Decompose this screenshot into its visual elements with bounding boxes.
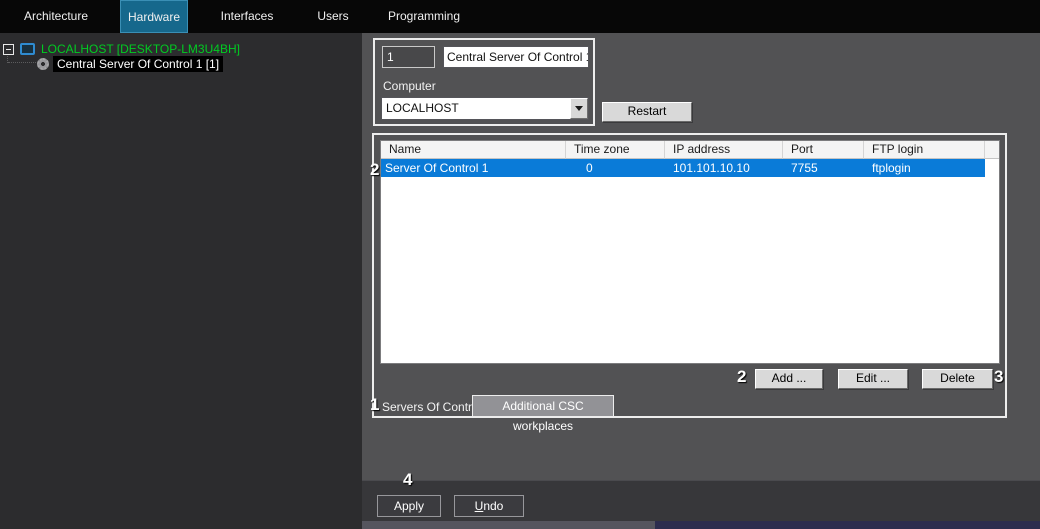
callout-2-row: 2	[370, 160, 379, 180]
servers-list-group: Name Time zone IP address Port FTP login…	[372, 133, 1007, 418]
tab-users[interactable]: Users	[312, 0, 354, 33]
app-window: Architecture Hardware Interfaces Users P…	[0, 0, 1040, 529]
top-menu-bar: Architecture Hardware Interfaces Users P…	[0, 0, 1040, 33]
tree-node-central-server-label[interactable]: Central Server Of Control 1 [1]	[53, 56, 223, 72]
tab-hardware[interactable]: Hardware	[120, 0, 188, 33]
tree-connector-horizontal	[8, 62, 36, 63]
tab-interfaces[interactable]: Interfaces	[215, 0, 279, 33]
tree-node-localhost-label[interactable]: LOCALHOST [DESKTOP-LM3U4BH]	[41, 42, 240, 56]
footer-bar: Apply Undo	[362, 480, 1040, 521]
hardware-content-panel: 1 Central Server Of Control 1 Computer L…	[362, 33, 1040, 480]
undo-button[interactable]: Undo	[454, 495, 524, 517]
tab-servers-of-control[interactable]: Servers Of Control	[382, 400, 481, 414]
cell-ip-address[interactable]: 101.101.10.10	[665, 159, 783, 177]
tab-additional-csc-workplaces[interactable]: Additional CSC workplaces	[472, 395, 614, 417]
callout-3-delete: 3	[994, 367, 1003, 387]
add-button[interactable]: Add ...	[755, 369, 823, 389]
col-time-zone[interactable]: Time zone	[566, 141, 665, 159]
col-port[interactable]: Port	[783, 141, 864, 159]
horizontal-scrollbar[interactable]	[362, 521, 1040, 529]
col-filler	[985, 141, 999, 159]
cell-time-zone[interactable]: 0	[566, 159, 665, 177]
table-row[interactable]: Server Of Control 1 0 101.101.10.10 7755…	[381, 159, 999, 177]
cell-ftp-login[interactable]: ftplogin	[864, 159, 985, 177]
undo-button-label: Undo	[455, 496, 523, 516]
callout-4-apply: 4	[403, 470, 412, 490]
restart-button[interactable]: Restart	[602, 102, 692, 122]
tab-architecture[interactable]: Architecture	[20, 0, 92, 33]
servers-table: Name Time zone IP address Port FTP login…	[380, 140, 1000, 364]
collapse-icon[interactable]	[3, 44, 14, 55]
computer-dropdown-value: LOCALHOST	[386, 98, 459, 119]
table-header-row: Name Time zone IP address Port FTP login	[381, 141, 999, 159]
tree-node-central-server[interactable]: Central Server Of Control 1 [1]	[37, 56, 223, 72]
server-name-input[interactable]: Central Server Of Control 1	[443, 46, 589, 68]
callout-2-add: 2	[737, 367, 746, 387]
hardware-tree-panel: LOCALHOST [DESKTOP-LM3U4BH] Central Serv…	[0, 33, 362, 529]
server-properties-group: 1 Central Server Of Control 1 Computer L…	[373, 38, 595, 126]
chevron-down-icon	[575, 106, 583, 111]
computer-label: Computer	[383, 79, 436, 93]
server-id-field[interactable]: 1	[382, 46, 435, 68]
col-ftp-login[interactable]: FTP login	[864, 141, 985, 159]
col-ip-address[interactable]: IP address	[665, 141, 783, 159]
scrollbar-thumb[interactable]	[362, 521, 655, 529]
col-name[interactable]: Name	[381, 141, 566, 159]
edit-button[interactable]: Edit ...	[838, 369, 908, 389]
tree-node-localhost[interactable]: LOCALHOST [DESKTOP-LM3U4BH]	[3, 41, 240, 57]
tab-programming[interactable]: Programming	[388, 0, 460, 33]
cell-name[interactable]: Server Of Control 1	[381, 159, 566, 177]
gear-icon	[37, 58, 49, 70]
cell-port[interactable]: 7755	[783, 159, 864, 177]
computer-dropdown[interactable]: LOCALHOST	[381, 97, 589, 120]
callout-1-tabs: 1	[370, 395, 379, 415]
delete-button[interactable]: Delete	[922, 369, 993, 389]
apply-button[interactable]: Apply	[377, 495, 441, 517]
dropdown-button[interactable]	[570, 98, 588, 119]
computer-icon	[20, 43, 35, 55]
